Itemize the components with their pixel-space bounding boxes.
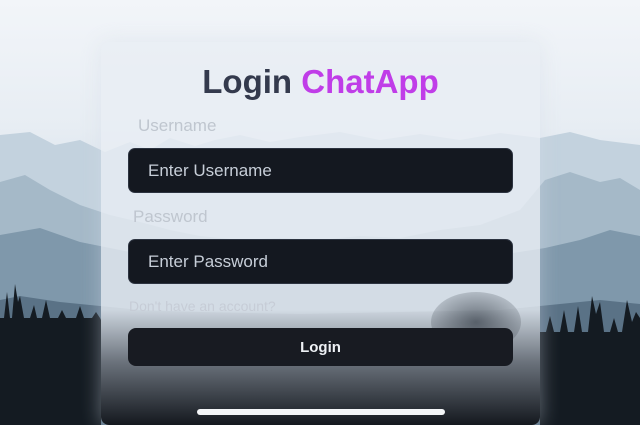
password-input[interactable] [128,239,513,284]
login-screen: Login ChatApp Username Password Don't ha… [0,0,640,425]
username-label: Username [138,116,217,135]
page-title: Login ChatApp [101,62,540,102]
home-indicator-bar[interactable] [197,409,445,415]
password-label: Password [133,207,208,226]
signup-link[interactable]: Don't have an account? [129,297,276,315]
title-app-name: ChatApp [301,63,439,100]
login-button[interactable]: Login [128,328,513,366]
login-card: Login ChatApp Username Password Don't ha… [101,42,540,425]
title-login-text: Login [202,63,293,100]
username-input[interactable] [128,148,513,193]
